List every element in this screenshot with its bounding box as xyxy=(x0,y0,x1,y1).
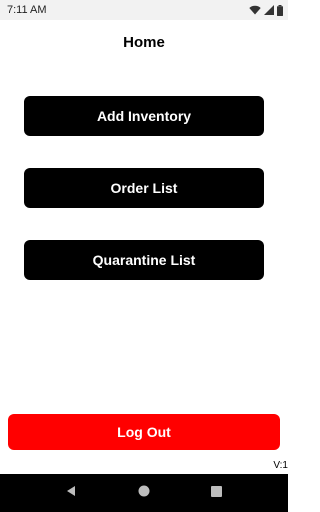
header: Home xyxy=(0,28,288,56)
back-icon xyxy=(65,484,77,502)
battery-icon xyxy=(277,4,283,16)
quarantine-list-button[interactable]: Quarantine List xyxy=(24,240,264,280)
add-inventory-button[interactable]: Add Inventory xyxy=(24,96,264,136)
status-icons xyxy=(249,4,283,16)
logout-button[interactable]: Log Out xyxy=(8,414,280,450)
home-icon xyxy=(138,484,150,502)
page-title: Home xyxy=(123,33,165,51)
home-button[interactable] xyxy=(124,474,164,512)
back-button[interactable] xyxy=(51,474,91,512)
recent-apps-icon xyxy=(210,484,222,502)
navigation-bar xyxy=(0,474,288,512)
wifi-icon xyxy=(249,5,261,15)
order-list-button[interactable]: Order List xyxy=(24,168,264,208)
recent-apps-button[interactable] xyxy=(196,474,236,512)
status-time: 7:11 AM xyxy=(7,4,47,16)
signal-icon xyxy=(264,5,274,15)
version-label: V:1 xyxy=(273,460,288,471)
status-bar: 7:11 AM xyxy=(0,0,288,20)
